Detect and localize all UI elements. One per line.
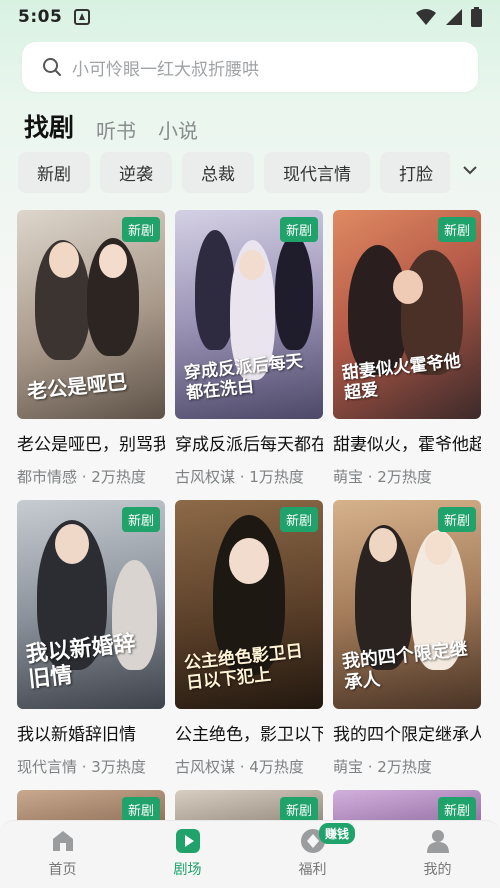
poster-face xyxy=(99,244,127,278)
chip-modern-romance[interactable]: 现代言情 xyxy=(264,152,370,193)
drama-poster[interactable]: 穿成反派后每天都在洗白 新剧 xyxy=(175,210,323,419)
poster-title: 穿成反派后每天都在洗白 xyxy=(183,351,304,404)
drama-title[interactable]: 穿成反派后每天都在洗白 xyxy=(175,430,323,455)
drama-poster[interactable]: 我以新婚辞旧情 新剧 xyxy=(17,500,165,709)
new-badge: 新剧 xyxy=(121,217,160,242)
drama-card[interactable]: 甜妻似火霍爷他超爱 新剧 甜妻似火，霍爷他超爱 萌宝 · 2万热度 xyxy=(333,210,481,500)
poster-face xyxy=(229,538,269,584)
tab-audiobook[interactable]: 听书 xyxy=(96,115,136,144)
tab-novel[interactable]: 小说 xyxy=(158,115,198,144)
play-icon xyxy=(175,829,200,853)
drama-card[interactable]: 公主绝色影卫日日以下犯上 新剧 公主绝色，影卫以下犯上 古风权谋 · 4万热度 xyxy=(175,500,323,790)
poster-face xyxy=(393,270,423,304)
poster-title: 我以新婚辞旧情 xyxy=(24,630,137,694)
chevron-down-icon[interactable] xyxy=(462,164,478,176)
tab-find-drama[interactable]: 找剧 xyxy=(24,108,74,144)
drama-poster[interactable]: 甜妻似火霍爷他超爱 新剧 xyxy=(333,210,481,419)
drama-title[interactable]: 甜妻似火，霍爷他超爱 xyxy=(333,430,481,455)
drama-title[interactable]: 老公是哑巴，别骂我是哑巴 xyxy=(17,430,165,455)
drama-title[interactable]: 我以新婚辞旧情 xyxy=(17,720,165,745)
nav-label: 首页 xyxy=(48,862,77,878)
poster-figure xyxy=(195,230,235,350)
wifi-icon xyxy=(416,9,436,25)
drama-poster[interactable]: 公主绝色影卫日日以下犯上 新剧 xyxy=(175,500,323,709)
search-bar[interactable]: 小可怜眼一红大叔折腰哄 xyxy=(22,42,478,92)
earn-badge: 赚钱 xyxy=(319,823,356,844)
new-badge: 新剧 xyxy=(121,507,160,532)
category-chips: 新剧 逆袭 总裁 现代言情 打脸 xyxy=(18,152,450,194)
drama-poster[interactable]: 我的四个限定继承人 新剧 xyxy=(333,500,481,709)
bottom-nav: 首页 剧场 赚钱 福利 我的 xyxy=(0,820,500,888)
new-badge: 新剧 xyxy=(279,507,318,532)
drama-meta: 都市情感 · 2万热度 xyxy=(17,468,146,486)
drama-title[interactable]: 我的四个限定继承人 xyxy=(333,720,481,745)
chip-ceo[interactable]: 总裁 xyxy=(182,152,254,193)
nav-theater[interactable]: 剧场 xyxy=(125,821,250,888)
chip-comeback[interactable]: 逆袭 xyxy=(100,152,172,193)
poster-face xyxy=(49,242,79,278)
poster-title: 老公是哑巴 xyxy=(26,369,129,404)
poster-face xyxy=(425,532,452,565)
new-badge: 新剧 xyxy=(279,217,318,242)
poster-face xyxy=(239,250,265,280)
poster-figure xyxy=(348,245,408,375)
new-badge: 新剧 xyxy=(279,797,318,822)
poster-figure xyxy=(275,235,313,350)
new-badge: 新剧 xyxy=(437,797,476,822)
signal-icon xyxy=(446,9,462,25)
drama-meta: 现代言情 · 3万热度 xyxy=(17,758,146,776)
drama-grid: 老公是哑巴 新剧 老公是哑巴，别骂我是哑巴 都市情感 · 2万热度 穿成反派后每… xyxy=(17,210,481,830)
drama-card[interactable]: 老公是哑巴 新剧 老公是哑巴，别骂我是哑巴 都市情感 · 2万热度 xyxy=(17,210,165,500)
chip-face-slap[interactable]: 打脸 xyxy=(380,152,450,193)
status-bar: 5:05 xyxy=(0,0,500,34)
nav-label: 剧场 xyxy=(173,862,202,878)
poster-face xyxy=(55,524,89,564)
poster-title: 公主绝色影卫日日以下犯上 xyxy=(183,641,304,694)
nav-label: 福利 xyxy=(298,862,327,878)
drama-card[interactable]: 穿成反派后每天都在洗白 新剧 穿成反派后每天都在洗白 古风权谋 · 1万热度 xyxy=(175,210,323,500)
nav-profile[interactable]: 我的 xyxy=(375,821,500,888)
search-placeholder: 小可怜眼一红大叔折腰哄 xyxy=(72,59,259,80)
profile-icon xyxy=(426,830,449,853)
drama-poster[interactable]: 老公是哑巴 新剧 xyxy=(17,210,165,419)
new-badge: 新剧 xyxy=(121,797,160,822)
nav-welfare[interactable]: 赚钱 福利 xyxy=(250,821,375,888)
drama-meta: 古风权谋 · 4万热度 xyxy=(175,758,304,776)
drama-meta: 古风权谋 · 1万热度 xyxy=(175,468,304,486)
drama-title[interactable]: 公主绝色，影卫以下犯上 xyxy=(175,720,323,745)
nav-label: 我的 xyxy=(423,862,452,878)
home-icon xyxy=(52,831,73,851)
battery-icon xyxy=(471,7,482,27)
drama-meta: 萌宝 · 2万热度 xyxy=(333,758,432,776)
drama-meta: 萌宝 · 2万热度 xyxy=(333,468,432,486)
status-icons xyxy=(415,7,482,27)
poster-face xyxy=(369,528,397,562)
drama-card[interactable]: 我的四个限定继承人 新剧 我的四个限定继承人 萌宝 · 2万热度 xyxy=(333,500,481,790)
new-badge: 新剧 xyxy=(437,217,476,242)
new-badge: 新剧 xyxy=(437,507,476,532)
app-notification-icon xyxy=(74,9,91,25)
search-icon xyxy=(43,58,61,76)
drama-card[interactable]: 我以新婚辞旧情 新剧 我以新婚辞旧情 现代言情 · 3万热度 xyxy=(17,500,165,790)
main-tabs: 找剧 听书 小说 xyxy=(24,104,198,144)
chip-new-drama[interactable]: 新剧 xyxy=(18,152,90,193)
status-time: 5:05 xyxy=(18,7,63,27)
nav-home[interactable]: 首页 xyxy=(0,821,125,888)
